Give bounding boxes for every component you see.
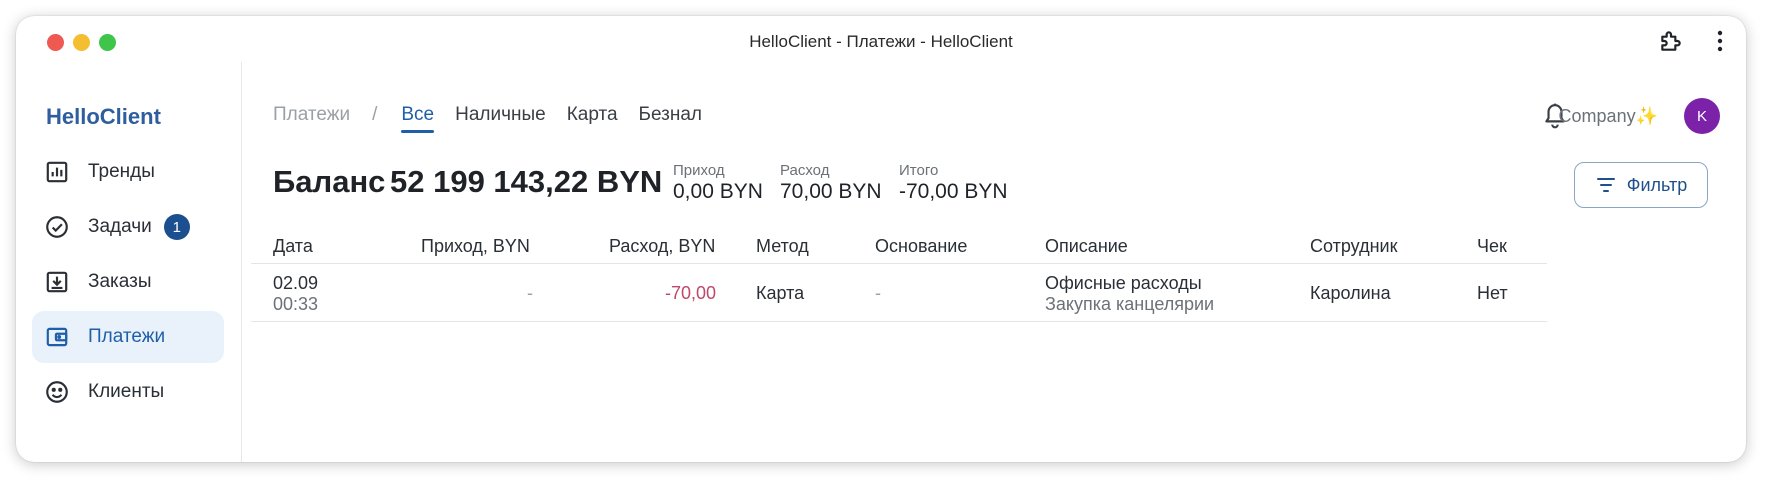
cell-income: - <box>527 283 533 303</box>
expense-label: Расход <box>780 162 830 179</box>
row-time: 00:33 <box>273 294 319 314</box>
cell-receipt: Нет <box>1477 283 1508 303</box>
total-label: Итого <box>899 162 939 179</box>
table-row[interactable]: 02.09 00:33 - -70,00 Карта - Офисные рас… <box>251 264 1547 322</box>
cell-date: 02.09 00:33 <box>273 273 318 315</box>
row-description-sub: Закупка канцелярии <box>1045 294 1215 314</box>
title-bar: HelloClient - Платежи - HelloClient <box>16 16 1746 62</box>
column-date: Дата <box>273 236 313 256</box>
expense-summary: Расход 70,00 BYN <box>780 162 882 204</box>
sidebar-item-label: Платежи <box>88 326 166 347</box>
expense-value: 70,00 BYN <box>780 180 882 203</box>
main-content: Платежи / Все Наличные Карта Безнал Comp… <box>243 62 1746 462</box>
sidebar-item-clients[interactable]: Клиенты <box>32 366 224 418</box>
sidebar-item-payments[interactable]: Платежи <box>32 311 224 363</box>
filter-lines-icon <box>1596 178 1615 192</box>
cell-description: Офисные расходы Закупка канцелярии <box>1045 273 1214 315</box>
app-window: HelloClient - Платежи - HelloClient Hell… <box>16 16 1746 462</box>
tab-all[interactable]: Все <box>401 104 434 133</box>
balance-label: Баланс <box>273 164 386 199</box>
chart-icon <box>46 161 68 183</box>
puzzle-extension-icon[interactable] <box>1658 28 1684 54</box>
sidebar-item-label: Тренды <box>88 161 155 182</box>
table-header: Дата Приход, BYN Расход, BYN Метод Основ… <box>251 222 1547 264</box>
sidebar-item-label: Задачи <box>88 216 152 237</box>
sidebar-item-label: Клиенты <box>88 381 165 402</box>
breadcrumb[interactable]: Платежи <box>273 104 350 126</box>
cell-expense: -70,00 <box>664 283 716 303</box>
total-value: -70,00 BYN <box>899 180 1008 203</box>
column-receipt: Чек <box>1477 236 1507 256</box>
cell-employee: Каролина <box>1310 283 1391 303</box>
check-circle-icon <box>46 216 68 238</box>
avatar[interactable]: K <box>1684 98 1720 134</box>
filter-button-label: Фильтр <box>1626 174 1688 195</box>
income-label: Приход <box>673 162 725 179</box>
income-summary: Приход 0,00 BYN <box>673 162 763 204</box>
column-method: Метод <box>756 236 809 256</box>
column-expense: Расход, BYN <box>609 236 716 256</box>
payment-tabs: Платежи / Все Наличные Карта Безнал <box>273 104 723 133</box>
tab-cash[interactable]: Наличные <box>455 104 546 126</box>
wallet-icon <box>46 327 68 347</box>
column-basis: Основание <box>875 236 968 256</box>
breadcrumb-separator: / <box>372 104 378 125</box>
tab-bank-transfer[interactable]: Безнал <box>639 104 702 126</box>
column-income: Приход, BYN <box>421 236 530 256</box>
payments-table: Дата Приход, BYN Расход, BYN Метод Основ… <box>251 222 1547 322</box>
total-summary: Итого -70,00 BYN <box>899 162 1008 204</box>
window-title: HelloClient - Платежи - HelloClient <box>749 32 1013 51</box>
sidebar: HelloClient Тренды Задачи 1 Заказы Плате… <box>16 62 242 462</box>
sidebar-item-tasks[interactable]: Задачи 1 <box>32 201 224 253</box>
brand-logo[interactable]: HelloClient <box>46 104 161 130</box>
tab-card[interactable]: Карта <box>567 104 618 126</box>
cell-basis: - <box>875 283 881 303</box>
income-value: 0,00 BYN <box>673 180 763 203</box>
row-date: 02.09 <box>273 273 319 293</box>
smiley-icon <box>46 381 68 403</box>
column-employee: Сотрудник <box>1310 236 1398 256</box>
sidebar-item-orders[interactable]: Заказы <box>32 256 224 308</box>
download-box-icon <box>46 271 68 293</box>
tasks-count-badge: 1 <box>163 214 190 240</box>
cell-method: Карта <box>756 283 805 303</box>
sidebar-item-trends[interactable]: Тренды <box>32 146 224 198</box>
more-vertical-icon[interactable] <box>1710 28 1730 54</box>
column-description: Описание <box>1045 236 1128 256</box>
sidebar-item-label: Заказы <box>88 271 152 292</box>
balance-value: 52 199 143,22 BYN <box>390 164 663 199</box>
company-name[interactable]: Company✨ <box>1559 106 1658 127</box>
row-description: Офисные расходы <box>1045 273 1202 293</box>
filter-button[interactable]: Фильтр <box>1574 162 1708 208</box>
